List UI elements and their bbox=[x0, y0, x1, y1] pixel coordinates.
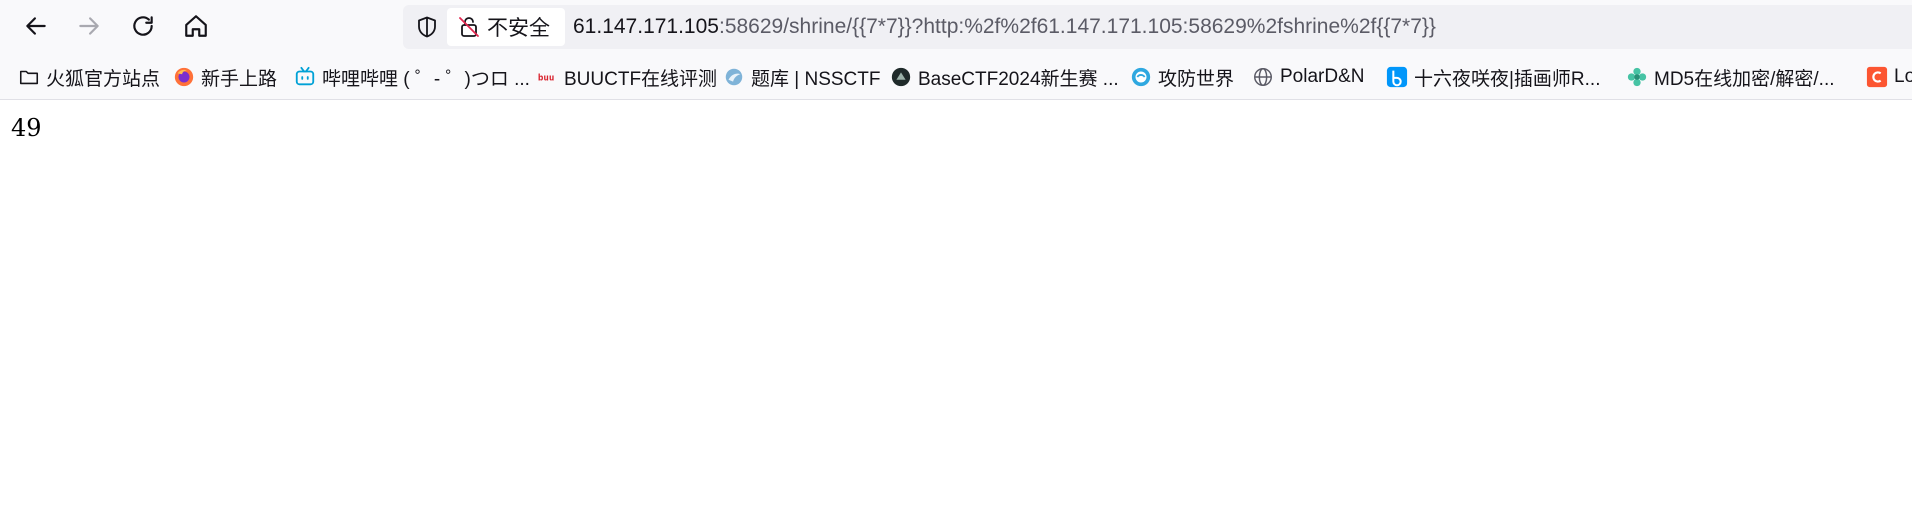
url-host: 61.147.171.105 bbox=[573, 15, 719, 38]
bookmark-bilibili[interactable]: 哔哩哔哩 ( ゜- ゜)つロ ... bbox=[294, 54, 530, 99]
svg-text:buu: buu bbox=[538, 73, 555, 84]
security-label: 不安全 bbox=[487, 17, 550, 40]
page-content: 49 bbox=[0, 101, 1912, 524]
bookmark-firefox-official[interactable]: 火狐官方站点 bbox=[18, 54, 161, 99]
arrow-left-icon bbox=[26, 17, 46, 35]
bookmark-buuctf[interactable]: buu BUUCTF在线评测 bbox=[536, 54, 718, 99]
bookmark-label: Lo bbox=[1894, 66, 1912, 87]
forward-button[interactable] bbox=[71, 8, 107, 44]
url-text[interactable]: 61.147.171.105:58629/shrine/{{7*7}}?http… bbox=[573, 5, 1436, 49]
shield-icon bbox=[418, 16, 436, 38]
bookmarks-toolbar: 火狐官方站点 新手上路 哔哩哔哩 ( ゜- ゜)つロ ... buu BUUCT… bbox=[0, 54, 1912, 100]
bookmark-adworld[interactable]: 攻防世界 bbox=[1130, 54, 1235, 99]
bookmark-label: 题库 | NSSCTF bbox=[751, 68, 881, 90]
adworld-icon bbox=[1130, 66, 1152, 88]
bookmark-polardn[interactable]: PolarD&N bbox=[1252, 54, 1365, 99]
browser-toolbar: 不安全 61.147.171.105:58629/shrine/{{7*7}}?… bbox=[0, 0, 1912, 54]
reload-button[interactable] bbox=[125, 8, 161, 44]
bookmark-label: 哔哩哔哩 ( ゜- ゜)つロ ... bbox=[322, 68, 530, 90]
firefox-icon bbox=[173, 66, 195, 88]
bookmark-label: MD5在线加密/解密/... bbox=[1654, 68, 1835, 90]
bookmark-label: 攻防世界 bbox=[1158, 68, 1235, 90]
url-bar[interactable]: 不安全 61.147.171.105:58629/shrine/{{7*7}}?… bbox=[403, 5, 1912, 49]
back-button[interactable] bbox=[18, 8, 54, 44]
bookmark-getting-started[interactable]: 新手上路 bbox=[173, 54, 278, 99]
bookmark-label: 新手上路 bbox=[201, 68, 278, 90]
url-path: :58629/shrine/{{7*7}}?http:%2f%2f61.147.… bbox=[718, 15, 1436, 38]
page-result-text: 49 bbox=[11, 114, 42, 142]
bookmark-label: 火狐官方站点 bbox=[46, 68, 161, 90]
b-logo-icon bbox=[1386, 66, 1408, 88]
site-security-button[interactable]: 不安全 bbox=[447, 8, 565, 46]
bookmark-nssctf[interactable]: 题库 | NSSCTF bbox=[723, 54, 881, 99]
reload-icon bbox=[133, 16, 153, 36]
bookmark-label: 十六夜咲夜|插画师R... bbox=[1414, 68, 1601, 90]
bilibili-icon bbox=[294, 66, 316, 88]
csdn-icon bbox=[1866, 66, 1888, 88]
basectf-icon bbox=[890, 66, 912, 88]
bookmark-label: BUUCTF在线评测 bbox=[564, 68, 718, 90]
insecure-lock-icon bbox=[459, 17, 479, 37]
globe-icon bbox=[1252, 66, 1274, 88]
bookmark-md5[interactable]: MD5在线加密/解密/... bbox=[1626, 54, 1835, 99]
arrow-right-icon bbox=[79, 17, 99, 35]
bookmark-label: PolarD&N bbox=[1280, 66, 1365, 87]
nssctf-icon bbox=[723, 66, 745, 88]
bookmark-label: BaseCTF2024新生赛 ... bbox=[918, 68, 1119, 90]
home-button[interactable] bbox=[178, 8, 214, 44]
bookmark-csdn[interactable]: Lo bbox=[1866, 54, 1912, 99]
bookmark-sakuya[interactable]: 十六夜咲夜|插画师R... bbox=[1386, 54, 1601, 99]
tracking-protection-button[interactable] bbox=[411, 11, 443, 43]
bookmark-basectf[interactable]: BaseCTF2024新生赛 ... bbox=[890, 54, 1119, 99]
flower-icon bbox=[1626, 66, 1648, 88]
buuctf-icon: buu bbox=[536, 66, 558, 88]
folder-icon bbox=[18, 66, 40, 88]
home-icon bbox=[185, 15, 207, 37]
